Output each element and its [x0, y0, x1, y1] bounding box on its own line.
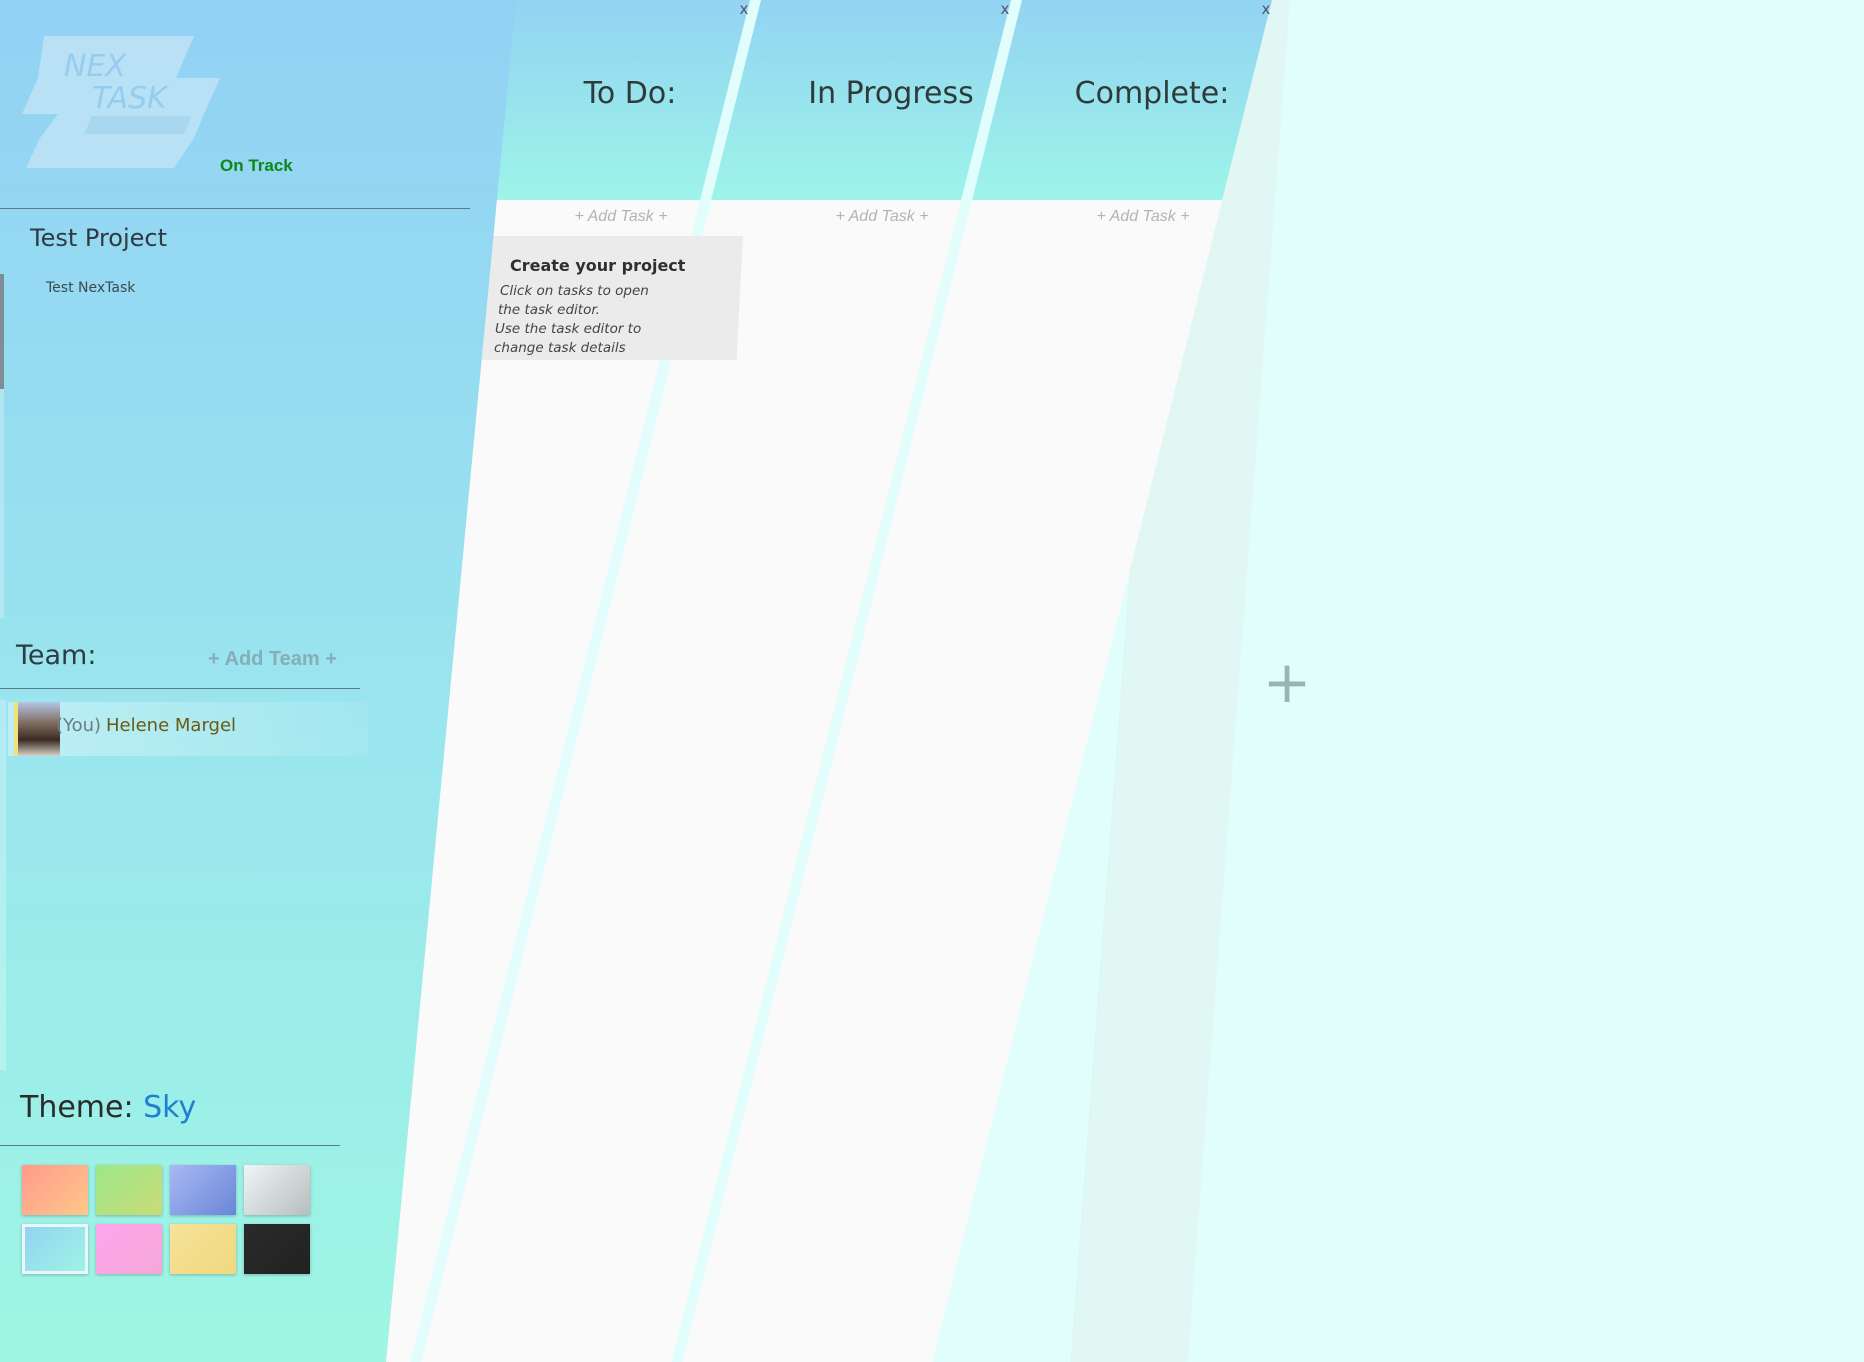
project-status: On Track: [220, 156, 293, 175]
theme-swatch-periwinkle[interactable]: [170, 1165, 236, 1215]
add-task-todo-button[interactable]: + Add Task +: [501, 208, 741, 226]
add-team-button[interactable]: + Add Team +: [208, 648, 337, 671]
theme-label-text: Theme:: [20, 1090, 134, 1125]
theme-swatch-coral[interactable]: [22, 1165, 88, 1215]
theme-swatch-lime[interactable]: [96, 1165, 162, 1215]
theme-swatch-pink[interactable]: [96, 1224, 162, 1274]
task-desc-line: Use the task editor to: [495, 321, 642, 337]
theme-swatch-sand[interactable]: [170, 1224, 236, 1274]
logo-text-bottom: TASK: [92, 81, 169, 116]
task-card-description: Click on tasks to open the task editor. …: [492, 282, 662, 358]
theme-swatch-sky[interactable]: [22, 1224, 88, 1274]
task-desc-line: change task details: [494, 340, 626, 356]
team-scroll-track: [0, 700, 6, 1070]
task-card-title: Create your project: [510, 256, 686, 275]
theme-swatch-silver[interactable]: [244, 1165, 310, 1215]
close-column-in-progress-button[interactable]: x: [997, 0, 1013, 18]
add-task-complete-button[interactable]: + Add Task +: [1023, 208, 1263, 226]
add-list-button[interactable]: +: [1262, 652, 1312, 712]
team-label: Team:: [16, 640, 97, 671]
theme-swatch-dark[interactable]: [244, 1224, 310, 1274]
column-title-complete: Complete:: [1074, 76, 1230, 111]
member-you-tag: (You): [56, 715, 102, 736]
column-title-in-progress: In Progress: [808, 76, 974, 111]
column-title-todo: To Do:: [583, 76, 677, 111]
avatar: [14, 702, 60, 756]
divider: [0, 688, 360, 689]
close-column-todo-button[interactable]: x: [736, 0, 752, 18]
member-name: Helene Margel: [106, 715, 237, 736]
project-scrollbar[interactable]: [0, 274, 4, 389]
project-list-item[interactable]: Test NexTask: [46, 280, 135, 296]
theme-value: Sky: [143, 1090, 197, 1125]
add-task-in-progress-button[interactable]: + Add Task +: [762, 208, 1002, 226]
divider: [0, 208, 470, 209]
theme-label: Theme: Sky: [20, 1090, 196, 1125]
project-title: Test Project: [30, 224, 168, 252]
logo-text-top: NEX: [64, 49, 127, 84]
task-desc-line: Click on tasks to open: [500, 283, 649, 299]
divider: [0, 1145, 340, 1146]
task-desc-line: the task editor.: [498, 302, 600, 318]
close-column-complete-button[interactable]: x: [1258, 0, 1274, 18]
nextask-logo: NEX TASK: [22, 36, 220, 168]
